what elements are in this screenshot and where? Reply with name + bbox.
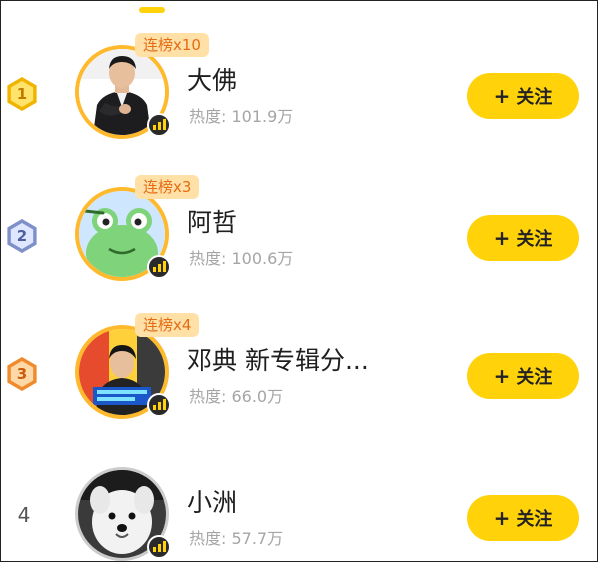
streamer-name[interactable]: 邓典 新专辑分... bbox=[187, 341, 369, 377]
rank-number: 4 bbox=[17, 503, 31, 527]
rank-badge-bronze: 3 bbox=[7, 357, 37, 391]
tab-indicator bbox=[139, 7, 165, 13]
follow-button[interactable]: + 关注 bbox=[467, 215, 579, 261]
follow-button[interactable]: + 关注 bbox=[467, 495, 579, 541]
heat-value: 热度: 100.6万 bbox=[189, 249, 294, 268]
plus-icon: + bbox=[493, 226, 511, 250]
rank-number: 1 bbox=[10, 81, 34, 107]
live-bars-icon bbox=[147, 393, 171, 417]
follow-button[interactable]: + 关注 bbox=[467, 73, 579, 119]
follow-label: 关注 bbox=[516, 87, 553, 108]
avatar[interactable] bbox=[75, 467, 171, 561]
heat-value: 热度: 101.9万 bbox=[189, 107, 294, 126]
rank-badge-gold: 1 bbox=[7, 77, 37, 111]
ranking-list: 1 连榜x10 大佛 热度: 101.9万 + 关注 2 连榜x3 阿哲 热度:… bbox=[0, 0, 598, 562]
streamer-name[interactable]: 大佛 bbox=[187, 61, 237, 97]
streak-badge: 连榜x10 bbox=[135, 33, 209, 57]
plus-icon: + bbox=[493, 84, 511, 108]
follow-label: 关注 bbox=[516, 367, 553, 388]
rank-number: 2 bbox=[10, 223, 34, 249]
follow-label: 关注 bbox=[516, 229, 553, 250]
plus-icon: + bbox=[493, 506, 511, 530]
streamer-name[interactable]: 小洲 bbox=[187, 483, 237, 519]
live-bars-icon bbox=[147, 255, 171, 279]
heat-value: 热度: 66.0万 bbox=[189, 387, 284, 406]
avatar[interactable] bbox=[75, 45, 171, 139]
follow-label: 关注 bbox=[516, 509, 553, 530]
rank-badge-silver: 2 bbox=[7, 219, 37, 253]
live-bars-icon bbox=[147, 535, 171, 559]
list-item[interactable]: 2 连榜x3 阿哲 热度: 100.6万 + 关注 bbox=[1, 175, 597, 291]
list-item[interactable]: 1 连榜x10 大佛 热度: 101.9万 + 关注 bbox=[1, 33, 597, 149]
plus-icon: + bbox=[493, 364, 511, 388]
heat-value: 热度: 57.7万 bbox=[189, 529, 284, 548]
list-item[interactable]: 4 小洲 热度: 57.7万 + 关注 bbox=[1, 461, 597, 561]
avatar[interactable] bbox=[75, 325, 171, 419]
avatar[interactable] bbox=[75, 187, 171, 281]
streak-badge: 连榜x3 bbox=[135, 175, 200, 199]
rank-number: 3 bbox=[10, 361, 34, 387]
streamer-name[interactable]: 阿哲 bbox=[187, 203, 237, 239]
follow-button[interactable]: + 关注 bbox=[467, 353, 579, 399]
streak-badge: 连榜x4 bbox=[135, 313, 200, 337]
list-item[interactable]: 3 连榜x4 邓典 新专辑分... 热度: 66.0万 + 关注 bbox=[1, 313, 597, 429]
live-bars-icon bbox=[147, 113, 171, 137]
